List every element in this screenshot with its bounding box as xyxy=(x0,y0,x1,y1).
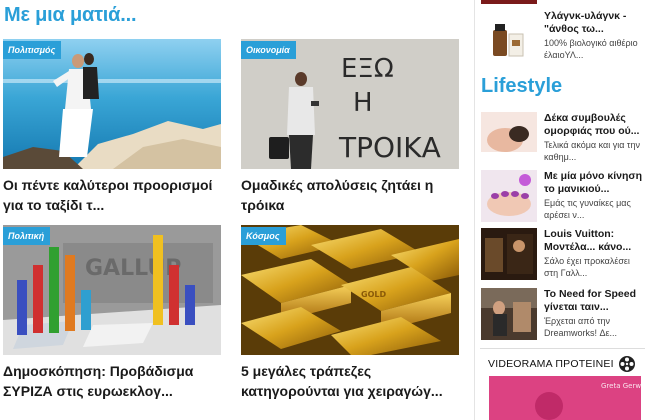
videorama-header: VIDEORAMA ΠΡΟΤΕΙΝΕΙ xyxy=(480,348,645,374)
graffiti-text: Η xyxy=(353,88,373,118)
category-badge[interactable]: Πολιτική xyxy=(3,227,51,245)
sidebar-article[interactable]: Louis Vuitton: Μοντέλα... κάνο... Σάλο έχ… xyxy=(480,228,650,288)
sidebar-article-desc: Εμάς τις γυναίκες μας αρέσει ν... xyxy=(544,198,631,220)
article-card[interactable]: GALLUP Πολιτική Δημοσκόπηση: Προβάδισμα … xyxy=(3,225,221,401)
sidebar-article-title[interactable]: Με μία μόνο κίνηση το μανικιού... xyxy=(544,170,650,196)
sidebar-article[interactable]: Δέκα συμβουλές ομορφιάς που ού... Τελικά … xyxy=(480,112,650,172)
article-thumbnail[interactable]: ΕΞΩ Η ΤΡΟΙΚΑ Οικονομία xyxy=(241,39,459,169)
lifestyle-heading[interactable]: Lifestyle xyxy=(481,75,562,98)
film-reel-icon xyxy=(619,356,635,372)
article-thumbnail[interactable] xyxy=(481,228,537,280)
sidebar-article[interactable]: Υλάγνκ-υλάγνκ - "άνθος τω... 100% βιολογι… xyxy=(480,10,650,70)
sidebar-article-title[interactable]: Υλάγνκ-υλάγνκ - "άνθος τω... xyxy=(544,10,650,36)
article-headline[interactable]: Ομαδικές απολύσεις ζητάει η τρόικα xyxy=(241,175,459,215)
article-card[interactable]: ΕΞΩ Η ΤΡΟΙΚΑ Οικονομία Ομαδικές απολύσει… xyxy=(241,39,459,215)
spa-face-image xyxy=(481,112,537,164)
video-poster-image: Greta Gerwig xyxy=(489,376,641,420)
category-badge[interactable]: Πολιτισμός xyxy=(3,41,62,59)
manicure-image xyxy=(481,170,537,222)
article-thumbnail[interactable]: GOLD Κόσμος xyxy=(241,225,459,355)
article-thumbnail[interactable] xyxy=(481,170,537,222)
article-headline[interactable]: 5 μεγάλες τράπεζες κατηγορούνται για χει… xyxy=(241,361,459,401)
graffiti-text: ΕΞΩ xyxy=(341,54,394,84)
videorama-widget: VIDEORAMA ΠΡΟΤΕΙΝΕΙ Greta Gerwig xyxy=(480,348,650,420)
video-caption: Greta Gerwig xyxy=(601,382,641,390)
article-thumbnail[interactable]: Πολιτισμός xyxy=(3,39,221,169)
sidebar: Υλάγνκ-υλάγνκ - "άνθος τω... 100% βιολογι… xyxy=(480,0,650,420)
article-headline[interactable]: Οι πέντε καλύτεροι προορισμοί για το ταξ… xyxy=(3,175,221,215)
vuitton-image xyxy=(481,228,537,280)
sidebar-article[interactable]: To Need for Speed γίνεται ταιν... Έρχεται… xyxy=(480,288,650,348)
graffiti-text: ΤΡΟΙΚΑ xyxy=(338,131,441,164)
article-card[interactable]: GOLD Κόσμος 5 μεγάλες τράπεζες κατηγορού… xyxy=(241,225,459,401)
article-thumbnail[interactable] xyxy=(481,10,537,62)
gold-label: GOLD xyxy=(361,290,386,299)
background-text: GALLUP xyxy=(85,256,181,281)
videorama-thumbnail[interactable]: Greta Gerwig xyxy=(489,376,641,420)
oil-bottle-image xyxy=(481,10,537,62)
article-thumbnail[interactable] xyxy=(481,288,537,340)
article-headline[interactable]: Δημοσκόπηση: Προβάδισμα ΣΥΡΙΖΑ στις ευρω… xyxy=(3,361,221,401)
sidebar-article[interactable]: Με μία μόνο κίνηση το μανικιού... Εμάς τι… xyxy=(480,170,650,230)
article-thumbnail[interactable]: GALLUP Πολιτική xyxy=(3,225,221,355)
sidebar-article-desc: Έρχεται από την Dreamworks! Δε... xyxy=(544,316,618,338)
videorama-label[interactable]: VIDEORAMA ΠΡΟΤΕΙΝΕΙ xyxy=(488,358,614,370)
previous-thumb-strip xyxy=(481,0,537,4)
sidebar-article-desc: Τελικά ακόμα και για την καθημ... xyxy=(544,140,640,162)
sidebar-article-title[interactable]: Louis Vuitton: Μοντέλα... κάνο... xyxy=(544,228,650,254)
sidebar-article-desc: Σάλο έχει προκαλέσει στη Γαλλ... xyxy=(544,256,630,278)
category-badge[interactable]: Κόσμος xyxy=(241,227,286,245)
need-for-speed-image xyxy=(481,288,537,340)
column-divider xyxy=(474,0,475,420)
sidebar-article-title[interactable]: Δέκα συμβουλές ομορφιάς που ού... xyxy=(544,112,650,138)
section-title: Με μια ματιά... xyxy=(4,4,137,26)
article-card[interactable]: Πολιτισμός Οι πέντε καλύτεροι προορισμοί… xyxy=(3,39,221,215)
category-badge[interactable]: Οικονομία xyxy=(241,41,296,59)
main-column: Με μια ματιά... Πολιτισμός Οι πέντε καλύ… xyxy=(0,0,470,420)
sidebar-article-desc: 100% βιολογικό αιθέριο έλαιοΥΛ... xyxy=(544,38,638,60)
sidebar-article-title[interactable]: To Need for Speed γίνεται ταιν... xyxy=(544,288,650,314)
article-thumbnail[interactable] xyxy=(481,112,537,164)
